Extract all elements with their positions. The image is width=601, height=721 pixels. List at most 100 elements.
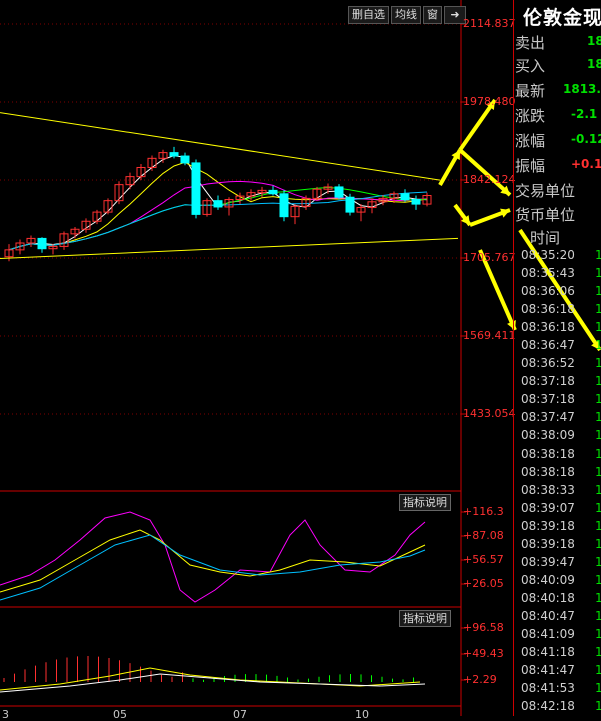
price-axis-label: 2114.837 (463, 17, 516, 30)
indicator-axis-label: +116.3 (463, 505, 504, 518)
currency-unit-label: 货币单位 (515, 206, 576, 224)
tick-list[interactable]: 08:35:20 1 08:35:43 1 08:36:06 1 08:36:18 1 08:3… (521, 248, 601, 717)
candle-body (411, 199, 421, 205)
tick-time: 08:37:18 (521, 392, 575, 407)
window-button[interactable]: 窗 (423, 6, 442, 24)
tick-time: 08:39:18 (521, 518, 575, 533)
tick-row[interactable]: 08:37:18 1 (521, 374, 601, 392)
tick-row[interactable]: 08:41:53 1 (521, 681, 601, 699)
candle-body (400, 193, 410, 201)
indicator2-help-button[interactable]: 指标说明 (399, 610, 451, 627)
tick-time: 08:36:47 (521, 338, 575, 353)
tick-time: 08:41:53 (521, 681, 575, 696)
kdj-j-line (0, 534, 426, 601)
buy-value: 18 (587, 57, 601, 71)
tick-value: 1 (595, 410, 601, 425)
tick-value: 1 (595, 374, 601, 389)
tick-time: 08:38:09 (521, 428, 575, 443)
tick-row[interactable]: 08:38:09 1 (521, 428, 601, 446)
tick-time: 08:41:09 (521, 626, 575, 641)
tick-time: 08:38:33 (521, 482, 575, 497)
tick-time: 08:36:18 (521, 320, 575, 335)
tick-time: 08:42:18 (521, 699, 575, 714)
price-axis-label: 1842.124 (463, 172, 516, 186)
tick-row[interactable]: 08:39:18 1 (521, 537, 601, 555)
tick-value: 1 (595, 518, 601, 533)
tick-row[interactable]: 08:35:20 1 (521, 248, 601, 266)
x-axis-label: 07 (233, 708, 247, 721)
tick-value: 1 (595, 500, 601, 515)
instrument-title: 伦敦金现 (523, 7, 601, 29)
sell-value: 18 (587, 34, 601, 48)
tick-row[interactable]: 08:37:18 1 (521, 392, 601, 410)
indicator-axis-label: +87.08 (463, 529, 504, 542)
candle-body (191, 162, 201, 215)
indicator-axis-label: +56.57 (463, 553, 504, 566)
pct-value: -0.12 (571, 132, 601, 146)
tick-time: 08:36:06 (521, 284, 575, 299)
tick-row[interactable]: 08:42:18 1 (521, 699, 601, 717)
indicator1-help-button[interactable]: 指标说明 (399, 494, 451, 511)
tick-row[interactable]: 08:36:52 1 (521, 356, 601, 374)
kdj-k-line (0, 511, 426, 603)
price-axis-label: 1569.411 (463, 328, 516, 342)
indicator-axis-label: +2.29 (463, 673, 497, 686)
ma20-line (8, 180, 428, 251)
time-header: 时间 (530, 229, 561, 247)
tick-row[interactable]: 08:40:47 1 (521, 609, 601, 627)
price-axis-label: 1978.480 (463, 95, 516, 108)
tick-time: 08:38:18 (521, 464, 575, 479)
tick-row[interactable]: 08:38:18 1 (521, 465, 601, 483)
tick-value: 1 (595, 248, 601, 262)
sell-row: 卖出 18 (515, 32, 601, 54)
tick-time: 08:37:18 (521, 374, 575, 389)
tick-time: 08:37:47 (521, 410, 575, 425)
indicator2-bars (0, 656, 426, 693)
tick-row[interactable]: 08:40:09 1 (521, 573, 601, 591)
tick-row[interactable]: 08:41:18 1 (521, 645, 601, 663)
tick-row[interactable]: 08:39:18 1 (521, 519, 601, 537)
tick-value: 1 (595, 645, 601, 660)
indicator-axis-label: +96.58 (463, 621, 504, 634)
price-axis-label: 1705.767 (463, 251, 516, 264)
panel-borders (0, 0, 462, 716)
moving-average-button[interactable]: 均线 (391, 6, 421, 24)
tick-row[interactable]: 08:40:18 1 (521, 591, 601, 609)
tick-row[interactable]: 08:38:18 1 (521, 447, 601, 465)
change-value: -2.1 (571, 107, 598, 121)
buy-row: 买入 18 (515, 55, 601, 77)
tick-row[interactable]: 08:36:18 1 (521, 302, 601, 320)
tick-time: 08:35:43 (521, 266, 575, 281)
tick-row[interactable]: 08:39:47 1 (521, 555, 601, 573)
x-axis-label: 10 (355, 708, 369, 721)
tick-value: 1 (595, 482, 601, 497)
indicator-axis-label: +26.05 (463, 577, 504, 590)
tick-value: 1 (595, 266, 601, 281)
tick-row[interactable]: 08:36:18 1 (521, 320, 601, 338)
indicator1-lines (0, 511, 426, 603)
tick-row[interactable]: 08:36:47 1 (521, 338, 601, 356)
tick-row[interactable]: 08:36:06 1 (521, 284, 601, 302)
tick-row[interactable]: 08:35:43 1 (521, 266, 601, 284)
tick-value: 1 (595, 608, 601, 623)
tick-time: 08:41:18 (521, 645, 575, 660)
pct-label: 涨幅 (515, 132, 546, 150)
tick-row[interactable]: 08:39:07 1 (521, 501, 601, 519)
delete-watchlist-button[interactable]: 删自选 (348, 6, 389, 24)
tick-value: 1 (595, 446, 601, 461)
tick-row[interactable]: 08:38:33 1 (521, 483, 601, 501)
candle-body (169, 152, 179, 157)
tick-value: 1 (595, 663, 601, 678)
tick-row[interactable]: 08:37:47 1 (521, 410, 601, 428)
tick-row[interactable]: 08:41:47 1 (521, 663, 601, 681)
tick-time: 08:39:47 (521, 554, 575, 569)
candle-body (37, 237, 47, 250)
trade-unit-label: 交易单位 (515, 182, 576, 200)
grid-lines (0, 23, 466, 681)
tick-value: 1 (595, 320, 601, 335)
tick-time: 08:35:20 (521, 248, 575, 262)
tick-row[interactable]: 08:41:09 1 (521, 627, 601, 645)
trend-lines (0, 112, 459, 259)
sell-label: 卖出 (515, 34, 546, 52)
amp-row: 振幅 +0.19 (515, 155, 601, 177)
